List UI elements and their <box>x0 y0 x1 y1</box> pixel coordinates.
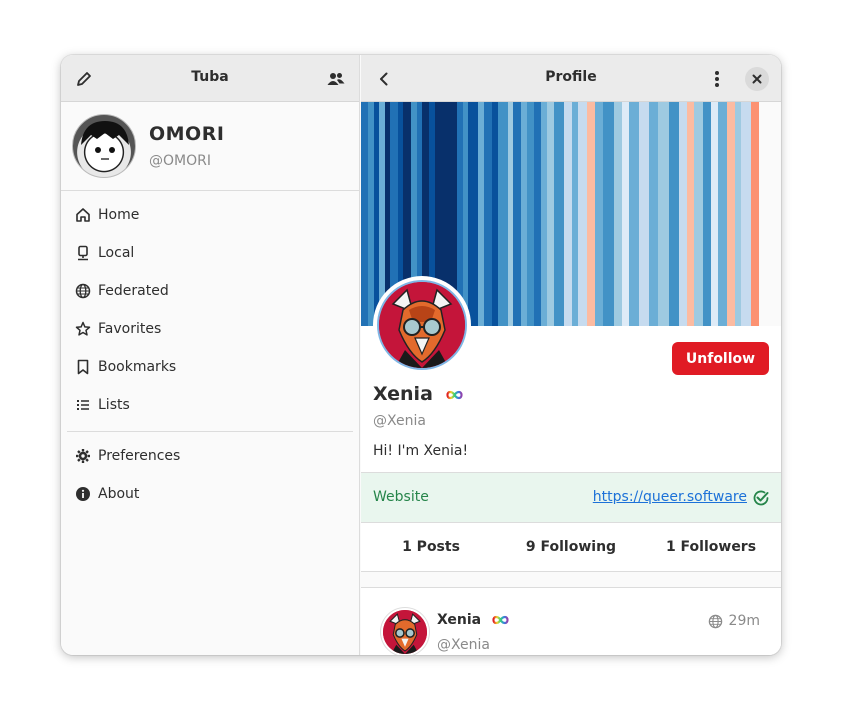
close-icon <box>752 74 762 84</box>
sidebar-item-about[interactable]: About <box>67 475 353 513</box>
sidebar-header: Tuba <box>61 55 359 102</box>
star-icon <box>75 321 91 336</box>
post-author-name-text: Xenia <box>437 612 482 628</box>
infinity-icon <box>445 390 463 399</box>
home-icon <box>76 208 90 222</box>
sidebar-item-local[interactable]: Local <box>67 234 353 272</box>
sidebar-item-favorites[interactable]: Favorites <box>67 310 353 348</box>
post-author-handle: @Xenia <box>437 637 490 653</box>
sidebar-item-label: Local <box>98 245 135 261</box>
account-name: OMORI <box>149 123 225 145</box>
following-count-button[interactable]: 9 Following <box>501 523 641 571</box>
profile-field-website: Website https://queer.software <box>361 472 781 523</box>
sidebar-title: Tuba <box>191 69 229 85</box>
profile-avatar[interactable] <box>373 276 471 374</box>
post-timestamp: 29m <box>708 613 760 629</box>
gear-icon <box>76 449 90 463</box>
followers-count-button[interactable]: 1 Followers <box>641 523 781 571</box>
globe-icon <box>75 283 91 299</box>
profile-stats: 1 Posts 9 Following 1 Followers <box>361 523 781 572</box>
account-handle: @OMORI <box>149 153 211 169</box>
people-icon <box>327 73 345 85</box>
sidebar-item-label: Lists <box>98 397 130 413</box>
sidebar-item-label: Preferences <box>98 448 181 464</box>
sidebar-item-label: Home <box>98 207 140 223</box>
local-icon <box>78 245 88 261</box>
info-icon <box>76 487 90 501</box>
sidebar-item-preferences[interactable]: Preferences <box>67 437 353 475</box>
unfollow-button[interactable]: Unfollow <box>672 342 769 375</box>
sidebar-item-home[interactable]: Home <box>67 196 353 234</box>
sidebar-footer-nav: Preferences About <box>67 437 353 513</box>
main-pane: Profile Unfollow Xenia @Xenia Hi! I'm Xe… <box>361 55 781 655</box>
sidebar-divider <box>67 431 353 432</box>
switch-account-button[interactable] <box>322 65 350 93</box>
sidebar-item-label: Bookmarks <box>98 359 177 375</box>
posts-count-button[interactable]: 1 Posts <box>361 523 501 571</box>
verified-check-icon <box>753 490 769 506</box>
sidebar-nav: Home Local Federated Favorites Bookmarks… <box>67 196 353 424</box>
profile-handle: @Xenia <box>373 413 426 429</box>
sidebar-item-label: Federated <box>98 283 169 299</box>
app-window: Tuba OMORI @OMORI Home Local Federated F… <box>61 55 781 655</box>
globe-icon <box>708 614 722 628</box>
more-options-button[interactable] <box>703 65 731 93</box>
post-item[interactable]: Xenia @Xenia 29m <box>361 587 781 655</box>
profile-name-text: Xenia <box>373 383 433 405</box>
post-author-name: Xenia <box>437 612 509 628</box>
list-icon <box>77 400 89 410</box>
sidebar-item-label: Favorites <box>98 321 162 337</box>
infinity-icon <box>492 615 509 625</box>
sidebar-item-federated[interactable]: Federated <box>67 272 353 310</box>
avatar <box>72 114 136 178</box>
close-button[interactable] <box>745 67 769 91</box>
sidebar-item-label: About <box>98 486 140 502</box>
field-label: Website <box>373 489 429 505</box>
kebab-menu-icon <box>715 71 719 87</box>
profile-bio: Hi! I'm Xenia! <box>373 443 469 459</box>
website-link[interactable]: https://queer.software <box>593 489 747 505</box>
post-avatar[interactable] <box>381 608 429 655</box>
sidebar-item-bookmarks[interactable]: Bookmarks <box>67 348 353 386</box>
sidebar: Tuba OMORI @OMORI Home Local Federated F… <box>61 55 360 655</box>
profile-name: Xenia <box>373 383 463 405</box>
sidebar-item-lists[interactable]: Lists <box>67 386 353 424</box>
account-card[interactable]: OMORI @OMORI <box>61 102 359 191</box>
bookmark-icon <box>77 359 89 375</box>
post-time-text: 29m <box>728 613 760 629</box>
main-header: Profile <box>361 55 781 102</box>
